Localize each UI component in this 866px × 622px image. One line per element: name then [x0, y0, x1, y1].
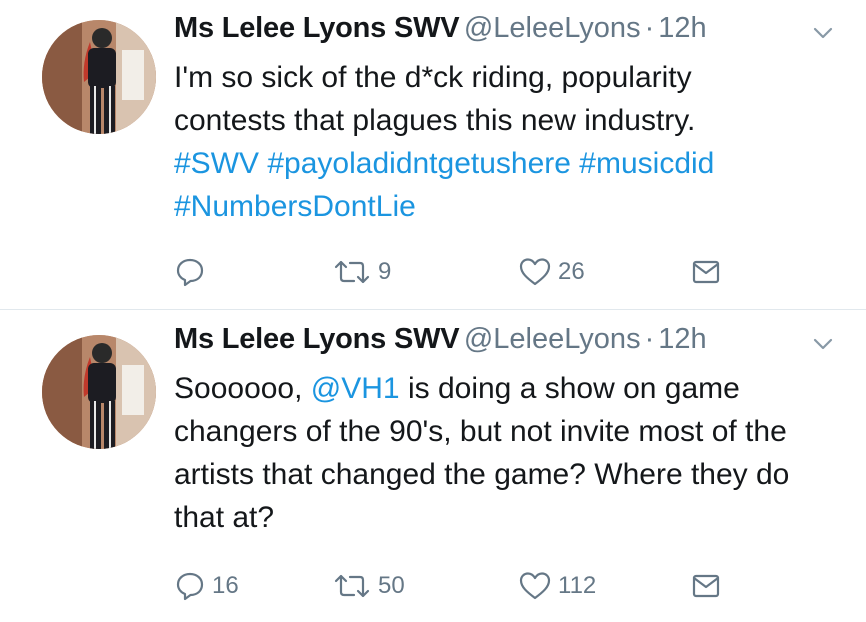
direct-message-icon [690, 570, 722, 602]
tweet-text-line: contests that plagues this new industry. [174, 104, 696, 137]
separator: · [644, 323, 655, 355]
retweet-count: 50 [378, 572, 405, 599]
author-name[interactable]: Ms Lelee Lyons SWV [174, 12, 460, 44]
tweet-text-line: I'm so sick of the d*ck riding, populari… [174, 61, 692, 94]
author-handle[interactable]: @LeleeLyons [464, 323, 641, 355]
mention-link[interactable]: @VH1 [311, 372, 400, 405]
retweet-button[interactable]: 50 [332, 566, 405, 606]
tweet-actions: 9 26 [174, 252, 734, 292]
like-count: 26 [558, 258, 585, 285]
reply-button[interactable]: 16 [174, 566, 239, 606]
author-handle[interactable]: @LeleeLyons [464, 12, 641, 44]
reply-icon [174, 570, 206, 602]
hashtag-link[interactable]: #NumbersDontLie [174, 190, 416, 223]
avatar[interactable] [42, 20, 156, 134]
reply-icon [174, 256, 206, 288]
reply-button[interactable] [174, 252, 212, 292]
like-count: 112 [558, 572, 597, 599]
tweet-2[interactable]: Ms Lelee Lyons SWV @LeleeLyons · 12h Soooo… [0, 311, 866, 622]
retweet-icon [332, 570, 372, 602]
tweet-header: Ms Lelee Lyons SWV @LeleeLyons · 12h [174, 12, 836, 56]
avatar[interactable] [42, 335, 156, 449]
tweet-divider [0, 309, 866, 310]
direct-message-icon [690, 256, 722, 288]
retweet-count: 9 [378, 258, 392, 285]
like-icon [518, 570, 552, 602]
tweet-1[interactable]: Ms Lelee Lyons SWV @LeleeLyons · 12h I'm s… [0, 0, 866, 310]
timestamp[interactable]: 12h [658, 323, 706, 355]
separator: · [644, 12, 655, 44]
tweet-text: I'm so sick of the d*ck riding, populari… [174, 56, 844, 228]
hashtag-link[interactable]: #SWV [174, 147, 259, 180]
direct-message-button[interactable] [690, 566, 722, 606]
timestamp[interactable]: 12h [658, 12, 706, 44]
tweet-text: Soooooo, @VH1 is doing a show on game ch… [174, 367, 844, 539]
direct-message-button[interactable] [690, 252, 722, 292]
tweet-text-start: Soooooo, [174, 372, 311, 405]
tweet-header: Ms Lelee Lyons SWV @LeleeLyons · 12h [174, 323, 836, 367]
retweet-button[interactable]: 9 [332, 252, 391, 292]
like-button[interactable]: 26 [518, 252, 585, 292]
retweet-icon [332, 256, 372, 288]
hashtag-link[interactable]: #payoladidntgetushere [267, 147, 571, 180]
like-icon [518, 256, 552, 288]
chevron-down-icon[interactable] [810, 331, 836, 357]
reply-count: 16 [212, 572, 239, 599]
like-button[interactable]: 112 [518, 566, 596, 606]
tweet-actions: 16 50 112 [174, 566, 734, 606]
author-name[interactable]: Ms Lelee Lyons SWV [174, 323, 460, 355]
chevron-down-icon[interactable] [810, 20, 836, 46]
hashtag-link[interactable]: #musicdid [579, 147, 714, 180]
